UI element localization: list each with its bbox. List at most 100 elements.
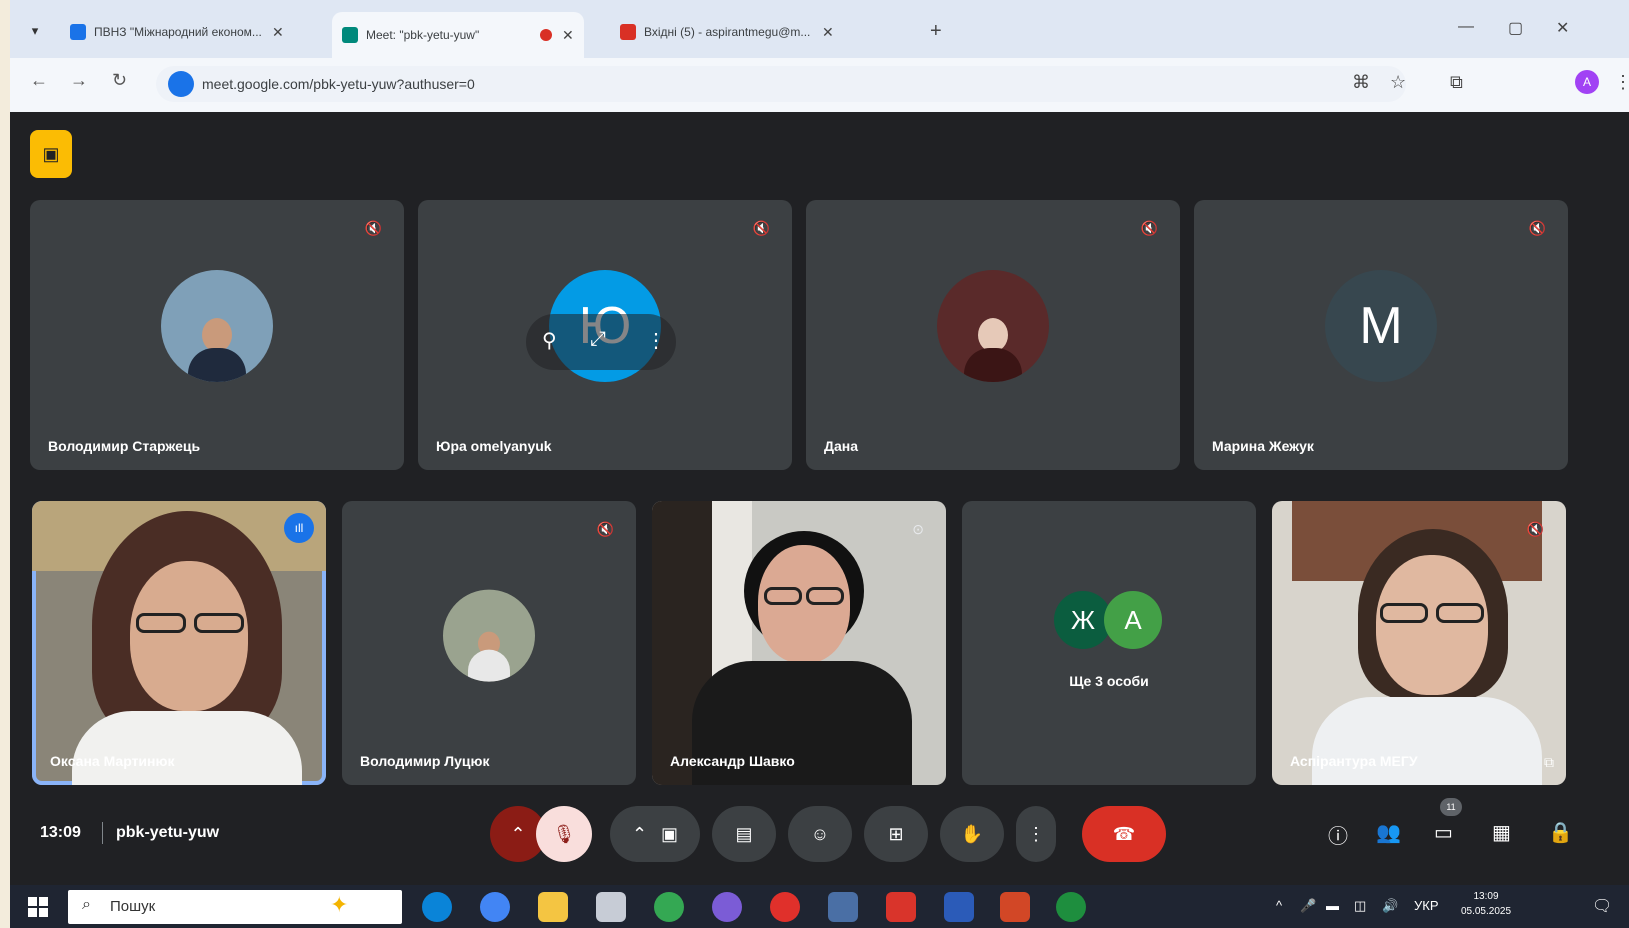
captions-button[interactable]: ▤ bbox=[712, 806, 776, 862]
clock-date[interactable]: 13:09 05.05.2025 bbox=[1446, 889, 1526, 919]
windows-start-icon[interactable] bbox=[28, 897, 48, 917]
site-info-icon[interactable] bbox=[168, 71, 194, 97]
bookmark-star-icon[interactable]: ☆ bbox=[1390, 72, 1406, 93]
mic-off-icon: 🔇 bbox=[1526, 521, 1544, 537]
language-indicator[interactable]: УКР bbox=[1414, 898, 1439, 913]
participant-tile[interactable]: М 🔇 Марина Жежук bbox=[1194, 200, 1568, 470]
close-icon[interactable]: ✕ bbox=[272, 24, 284, 41]
avatar: М bbox=[1325, 270, 1437, 383]
activities-icon[interactable]: ▦ bbox=[1492, 820, 1511, 845]
participant-video bbox=[652, 501, 946, 785]
minimize-icon[interactable]: — bbox=[1458, 18, 1474, 36]
forward-icon[interactable]: → bbox=[70, 70, 88, 91]
avatar bbox=[443, 589, 535, 682]
notifications-icon[interactable]: 🗨 bbox=[1592, 896, 1612, 916]
url-text[interactable]: meet.google.com/pbk-yetu-yuw?authuser=0 bbox=[202, 76, 475, 92]
participant-name: Юра omelyanyuk bbox=[436, 438, 552, 454]
mic-off-icon: 🔇 bbox=[752, 220, 770, 236]
pdf-reader-icon[interactable] bbox=[886, 892, 916, 922]
meeting-time: 13:09 bbox=[40, 824, 81, 841]
others-tile[interactable]: Ж А Ще 3 особи bbox=[962, 501, 1256, 785]
maximize-icon[interactable]: ▢ bbox=[1508, 18, 1523, 38]
speaking-indicator-icon: ıll bbox=[284, 513, 314, 543]
opera-icon[interactable] bbox=[770, 892, 800, 922]
search-icon: ⌕ bbox=[82, 896, 91, 913]
back-icon[interactable]: ← bbox=[30, 70, 48, 91]
avatar bbox=[161, 270, 273, 383]
participant-tile[interactable]: 🔇 Володимир Луцюк bbox=[342, 501, 636, 785]
close-window-icon[interactable]: ✕ bbox=[1556, 18, 1569, 38]
more-options-button[interactable]: ⋮ bbox=[1016, 806, 1056, 862]
participant-video-tile[interactable]: ⊙ Александр Шавко bbox=[652, 501, 946, 785]
taskbar-date: 05.05.2025 bbox=[1460, 906, 1512, 917]
battery-icon[interactable]: ◫ bbox=[1354, 898, 1366, 914]
taskbar-time: 13:09 bbox=[1473, 891, 1499, 902]
chrome-active-icon[interactable] bbox=[828, 892, 858, 922]
chrome-icon[interactable] bbox=[480, 892, 510, 922]
participant-name: Александр Шавко bbox=[670, 753, 795, 769]
tab-gmail[interactable]: Вхідні (5) - aspirantmegu@m... ✕ bbox=[610, 14, 844, 50]
chevron-up-icon: ⌃ bbox=[510, 823, 526, 844]
tab-title: Вхідні (5) - aspirantmegu@m... bbox=[644, 25, 811, 39]
pip-icon[interactable]: ⧉ bbox=[1544, 754, 1554, 771]
reload-icon[interactable]: ↻ bbox=[112, 70, 127, 91]
profile-avatar[interactable]: A bbox=[1575, 70, 1599, 94]
volume-icon[interactable]: 🔊 bbox=[1382, 898, 1398, 914]
people-icon[interactable]: ▣ bbox=[30, 130, 72, 178]
network-icon[interactable]: ▬ bbox=[1326, 898, 1339, 913]
participant-tile[interactable]: Ю ⚲ ⤢ ⋮ 🔇 Юра omelyanyuk bbox=[418, 200, 792, 470]
more-options-icon: ⋮ bbox=[1027, 823, 1045, 844]
host-controls-icon[interactable]: 🔒 bbox=[1548, 820, 1573, 845]
participant-video-tile[interactable]: 🔇 ⧉ Аспірантура МЕГУ bbox=[1272, 501, 1566, 785]
viber-icon[interactable] bbox=[712, 892, 742, 922]
gmail-favicon bbox=[620, 24, 636, 40]
tab-meet[interactable]: Meet: "pbk-yetu-yuw" ✕ bbox=[332, 12, 584, 58]
participant-photo bbox=[958, 308, 1028, 383]
powerpoint-icon[interactable] bbox=[1000, 892, 1030, 922]
translate-icon[interactable]: ⌘ bbox=[1352, 72, 1370, 93]
extensions-icon[interactable]: ⧉ bbox=[1450, 72, 1463, 93]
chrome-other-icon[interactable] bbox=[1056, 892, 1086, 922]
participant-tile[interactable]: 🔇 Дана bbox=[806, 200, 1180, 470]
info-icon[interactable]: ⓘ bbox=[1328, 820, 1348, 849]
tab-favicon bbox=[70, 24, 86, 40]
present-icon: ⊞ bbox=[888, 823, 904, 844]
more-options-icon[interactable]: ⋮ bbox=[646, 328, 666, 353]
tab-search-icon[interactable]: ▾ bbox=[24, 20, 46, 42]
participant-tile[interactable]: 🔇 Володимир Старжець bbox=[30, 200, 404, 470]
participant-photo bbox=[464, 622, 514, 682]
meet-favicon bbox=[342, 27, 358, 43]
participant-video-tile[interactable]: ıll Оксана Мартинюк bbox=[32, 501, 326, 785]
reactions-button[interactable]: ☺ bbox=[788, 806, 852, 862]
raise-hand-button[interactable]: ✋ bbox=[940, 806, 1004, 862]
fullscreen-icon[interactable]: ⤢ bbox=[590, 328, 606, 351]
edge-icon[interactable] bbox=[422, 892, 452, 922]
leave-call-button[interactable]: ☎ bbox=[1082, 806, 1166, 862]
more-options-icon[interactable]: ⊙ bbox=[912, 521, 924, 538]
chrome-profile-icon[interactable] bbox=[654, 892, 684, 922]
mic-toggle-button[interactable]: 🎙 bbox=[536, 806, 592, 862]
calculator-icon[interactable] bbox=[596, 892, 626, 922]
people-icon[interactable]: 👥 bbox=[1376, 820, 1401, 845]
mic-off-icon: 🔇 bbox=[596, 521, 614, 537]
recording-icon bbox=[540, 29, 552, 41]
camera-toggle-button[interactable]: ⌃ ▣ bbox=[610, 806, 700, 862]
chevron-up-icon[interactable]: ^ bbox=[1276, 898, 1282, 913]
present-button[interactable]: ⊞ bbox=[864, 806, 928, 862]
mic-tray-icon[interactable]: 🎤 bbox=[1300, 898, 1316, 914]
chat-icon[interactable]: ▭ bbox=[1434, 820, 1453, 845]
close-icon[interactable]: ✕ bbox=[562, 27, 574, 44]
pin-icon[interactable]: ⚲ bbox=[542, 328, 557, 353]
chevron-up-icon: ⌃ bbox=[631, 823, 648, 844]
participant-name: Володимир Старжець bbox=[48, 438, 201, 454]
participant-name: Дана bbox=[824, 438, 859, 454]
meeting-code: pbk-yetu-yuw bbox=[116, 824, 220, 841]
browser-menu-icon[interactable]: ⋮ bbox=[1614, 72, 1629, 93]
close-icon[interactable]: ✕ bbox=[822, 24, 834, 41]
new-tab-button[interactable]: + bbox=[930, 20, 942, 43]
tab-institution[interactable]: ПВНЗ "Міжнародний економ... ✕ bbox=[60, 14, 294, 50]
participant-name: Володимир Луцюк bbox=[360, 753, 490, 769]
word-icon[interactable] bbox=[944, 892, 974, 922]
hand-icon: ✋ bbox=[960, 823, 984, 844]
file-explorer-icon[interactable] bbox=[538, 892, 568, 922]
